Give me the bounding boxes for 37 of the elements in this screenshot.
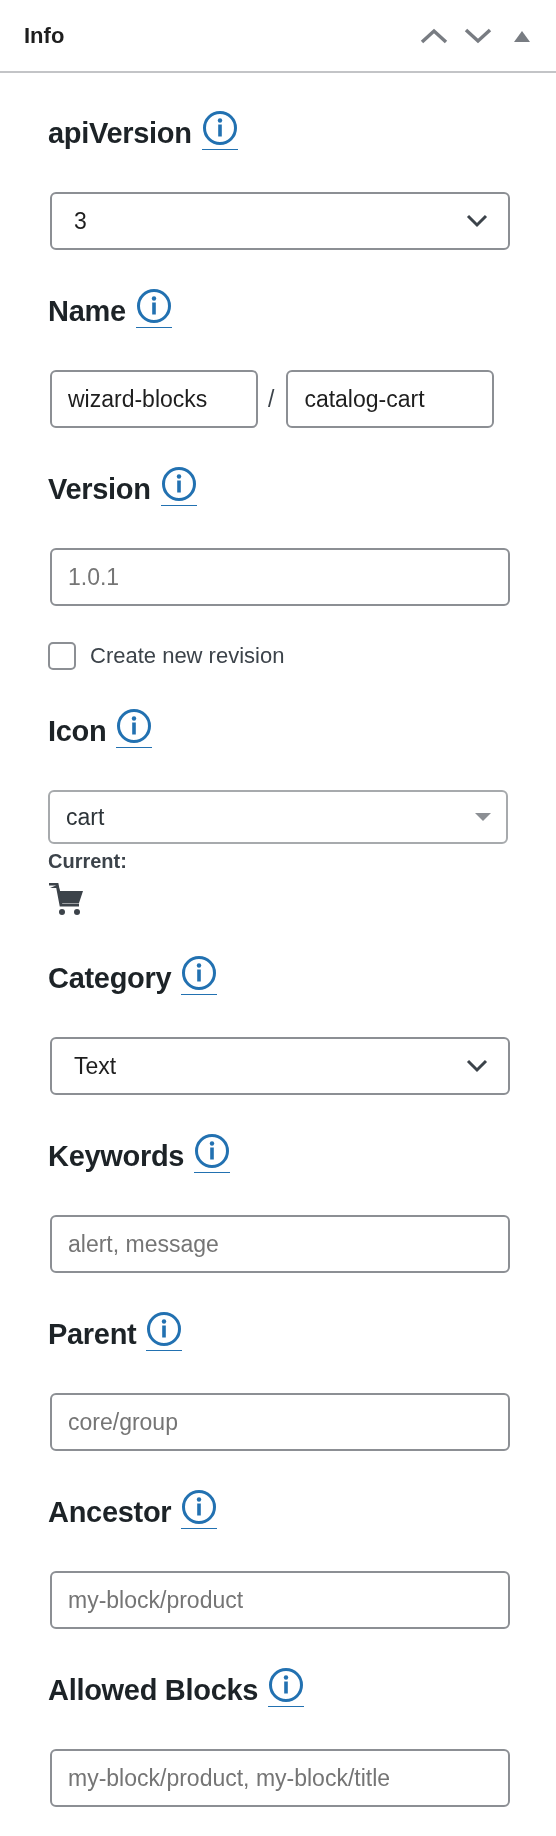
chevron-down-icon xyxy=(466,214,488,228)
input-field[interactable]: catalog-cart xyxy=(286,370,495,428)
input-field[interactable]: alert, message xyxy=(50,1215,510,1273)
select-field[interactable]: Text xyxy=(50,1037,510,1095)
separator: / xyxy=(268,385,275,413)
info-icon[interactable] xyxy=(135,288,172,328)
input-field[interactable]: my-block/product xyxy=(50,1571,510,1629)
panel-title: Info xyxy=(24,22,66,49)
select-field[interactable]: cart xyxy=(48,790,508,844)
field-label: apiVersion xyxy=(48,116,192,150)
info-icon[interactable] xyxy=(268,1667,305,1707)
info-icon[interactable] xyxy=(181,955,218,995)
input-field[interactable]: 1.0.1 xyxy=(50,548,510,606)
info-icon[interactable] xyxy=(201,110,238,150)
info-icon[interactable] xyxy=(116,708,153,748)
field-label: Version xyxy=(48,472,151,506)
chevron-down-icon xyxy=(466,1059,488,1073)
field-label: Keywords xyxy=(48,1139,185,1173)
cart-icon xyxy=(48,883,84,917)
input-field[interactable]: my-block/product, my-block/title xyxy=(50,1749,510,1807)
field-label: Category xyxy=(48,961,172,995)
dropdown-triangle-icon xyxy=(474,812,492,822)
field-label: Ancestor xyxy=(48,1495,172,1529)
field-label: Icon xyxy=(48,714,107,748)
checkbox-label: Create new revision xyxy=(90,643,285,669)
field-label: Parent xyxy=(48,1317,137,1351)
select-field[interactable]: 3 xyxy=(50,192,510,250)
field-label: Allowed Blocks xyxy=(48,1673,259,1707)
checkbox[interactable] xyxy=(48,642,76,670)
current-label: Current: xyxy=(48,850,128,873)
info-icon[interactable] xyxy=(146,1311,183,1351)
info-icon[interactable] xyxy=(194,1133,231,1173)
info-icon[interactable] xyxy=(160,466,197,506)
field-label: Name xyxy=(48,294,126,328)
info-icon[interactable] xyxy=(181,1489,218,1529)
input-field[interactable]: core/group xyxy=(50,1393,510,1451)
input-field[interactable]: wizard-blocks xyxy=(50,370,258,428)
